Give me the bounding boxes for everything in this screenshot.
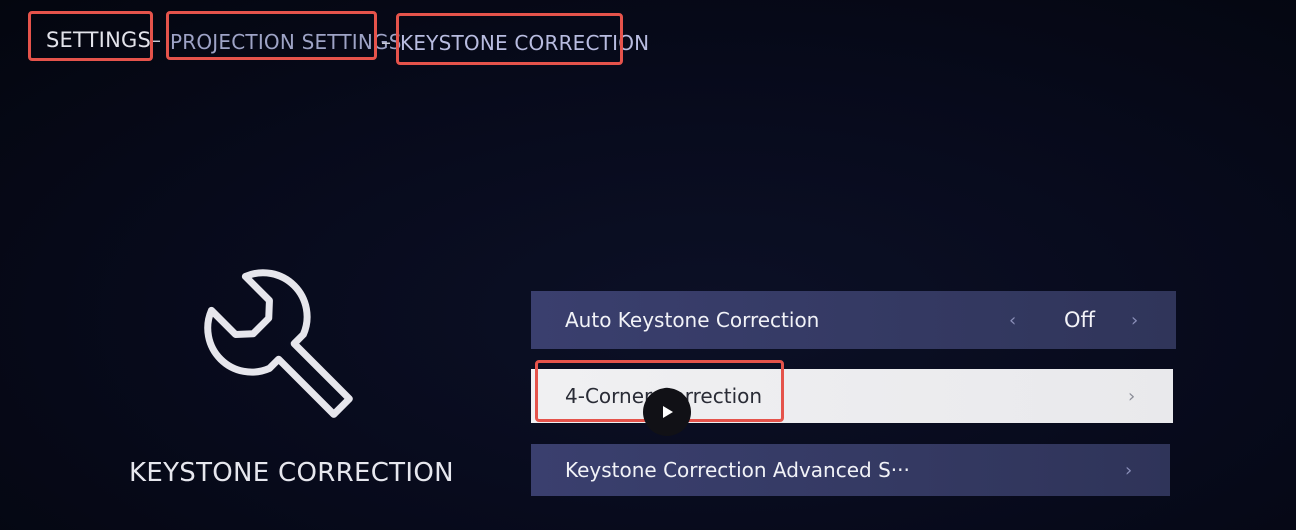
category-title: KEYSTONE CORRECTION bbox=[129, 458, 454, 488]
wrench-icon bbox=[195, 260, 375, 440]
menu-item-auto-keystone[interactable]: Auto Keystone Correction ‹ Off › bbox=[531, 291, 1176, 349]
category-panel: KEYSTONE CORRECTION bbox=[110, 250, 460, 510]
highlight-box bbox=[166, 11, 377, 60]
menu-item-keystone-advanced[interactable]: Keystone Correction Advanced S··· › bbox=[531, 444, 1170, 496]
breadcrumb-separator: – bbox=[381, 30, 391, 54]
projector-settings-screen: SETTINGS – PROJECTION SETTINGS – KEYSTON… bbox=[0, 0, 1296, 530]
chevron-left-icon[interactable]: ‹ bbox=[1009, 310, 1016, 331]
chevron-right-icon[interactable]: › bbox=[1131, 310, 1138, 331]
highlight-box bbox=[396, 13, 623, 65]
menu-item-label: Keystone Correction Advanced S··· bbox=[565, 458, 910, 482]
play-button[interactable] bbox=[643, 388, 691, 436]
menu-item-label: Auto Keystone Correction bbox=[565, 308, 820, 332]
chevron-right-icon: › bbox=[1125, 459, 1133, 481]
play-icon bbox=[663, 406, 673, 418]
breadcrumb: SETTINGS – PROJECTION SETTINGS – KEYSTON… bbox=[0, 0, 1296, 80]
chevron-right-icon: › bbox=[1128, 385, 1136, 407]
auto-keystone-value: Off bbox=[1064, 308, 1095, 332]
highlight-box bbox=[28, 11, 153, 61]
